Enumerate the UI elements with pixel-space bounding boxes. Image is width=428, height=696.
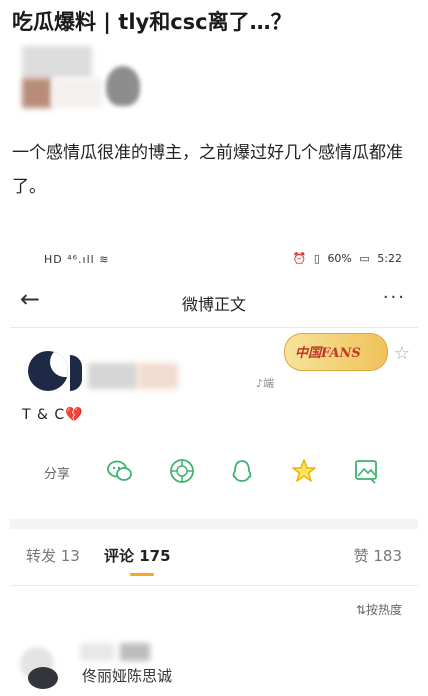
tabs: 转发 13 评论 175 赞 183 xyxy=(10,541,418,581)
avatar[interactable] xyxy=(28,351,68,391)
status-bar: HD ⁴⁶.ıll ≋ ⏰ ▯ 60% ▭ 5:22 xyxy=(10,243,418,273)
fans-badge: 中国FANS xyxy=(284,333,388,371)
nav-bar: ← 微博正文 ··· xyxy=(10,283,418,323)
status-time: 5:22 xyxy=(377,252,402,265)
phone-screenshot: HD ⁴⁶.ıll ≋ ⏰ ▯ 60% ▭ 5:22 ← 微博正文 ··· 中国… xyxy=(10,243,418,696)
star-icon[interactable]: ☆ xyxy=(394,343,410,364)
comment-author[interactable]: 佟丽娅陈思诚 xyxy=(82,665,172,686)
avatar-fragment xyxy=(70,355,82,391)
post-text: T & C💔 xyxy=(22,407,84,423)
author-avatar xyxy=(22,46,140,110)
blurred-comment-name xyxy=(80,643,160,663)
post-source: ♪端 xyxy=(256,377,275,390)
section-divider xyxy=(10,519,418,529)
share-label: 分享 xyxy=(44,467,71,482)
sort-button[interactable]: ⇅按热度 xyxy=(356,601,402,618)
tab-repost[interactable]: 转发 13 xyxy=(26,545,80,566)
qq-icon[interactable] xyxy=(228,457,256,485)
moments-icon[interactable] xyxy=(168,457,196,485)
battery-icon: ▭ xyxy=(359,252,370,265)
tab-comments[interactable]: 评论 175 xyxy=(104,545,171,566)
alarm-icon: ⏰ xyxy=(292,252,307,265)
image-icon[interactable] xyxy=(352,457,380,485)
broken-heart-icon: 💔 xyxy=(65,407,84,423)
article-title: 吃瓜爆料 | tly和csc离了…？ xyxy=(12,10,292,34)
nav-divider xyxy=(10,327,418,328)
tab-likes[interactable]: 赞 183 xyxy=(354,545,402,566)
more-button[interactable]: ··· xyxy=(383,287,406,308)
wechat-icon[interactable] xyxy=(106,457,134,485)
vibrate-icon: ▯ xyxy=(313,252,320,265)
blurred-username[interactable] xyxy=(88,363,178,391)
tabs-divider xyxy=(10,585,418,586)
tab-underline xyxy=(130,573,154,576)
signal-icons: HD ⁴⁶.ıll ≋ xyxy=(44,253,110,266)
comment-avatar[interactable] xyxy=(20,647,64,691)
sort-label: 按热度 xyxy=(365,603,402,617)
share-row: 分享 xyxy=(10,457,418,487)
article-body: 一个感情瓜很准的博主，之前爆过好几个感情瓜都准了。 xyxy=(12,143,403,197)
battery-percent: 60% xyxy=(327,252,352,265)
page-title: 微博正文 xyxy=(181,295,246,314)
favorite-star-icon[interactable] xyxy=(290,457,318,485)
sort-icon: ⇅ xyxy=(355,603,366,617)
fans-badge-text: 中国FANS xyxy=(295,346,361,361)
post-text-body: T & C xyxy=(22,407,66,423)
